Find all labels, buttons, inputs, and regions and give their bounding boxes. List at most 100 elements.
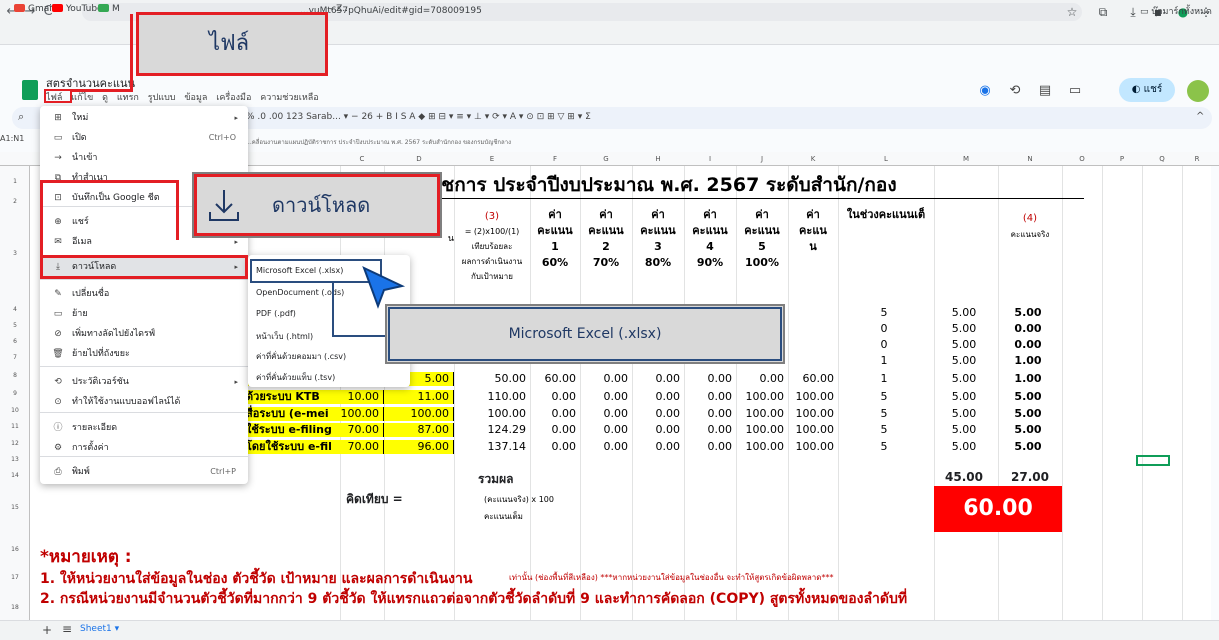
formula-bar[interactable]: ...คลื่อนงานตามแผนปฏิบัติราชการ ประจำปีง… — [246, 137, 511, 147]
cell-j-row-8[interactable]: 100.00 — [736, 423, 788, 437]
row-header-18[interactable]: 18 — [0, 604, 30, 611]
cell-n-row-1[interactable]: 5.00 — [998, 306, 1062, 320]
cell-m-row-3[interactable]: 5.00 — [934, 338, 998, 352]
row-header-10[interactable]: 10 — [0, 407, 30, 414]
col-header-n[interactable]: N — [998, 153, 1062, 165]
history-icon[interactable]: ⟲ — [1004, 80, 1026, 102]
file-menu-item-1[interactable]: ⊞ ใหม่ ▸ — [40, 108, 248, 128]
cell-n-row-2[interactable]: 0.00 — [998, 322, 1062, 336]
bookmark-maps[interactable]: M — [98, 4, 120, 14]
name-box[interactable]: A1:N1 — [0, 134, 24, 143]
toolbar-controls[interactable]: % .0 .00 123 Sarab... ▾ − 26 + B I S A ◆… — [246, 112, 591, 122]
cell-m-row-4[interactable]: 5.00 — [934, 354, 998, 368]
file-menu-item-9[interactable]: ✎ เปลี่ยนชื่อ — [40, 284, 248, 304]
file-menu-item-11[interactable]: ⊘ เพิ่มทางลัดไปยังไดรฟ์ — [40, 324, 248, 344]
cell-m-row-5[interactable]: 5.00 — [934, 372, 998, 386]
col-header-p[interactable]: P — [1102, 153, 1142, 165]
col-header-j[interactable]: J — [736, 153, 788, 165]
meet-icon[interactable]: ▭ — [1064, 80, 1086, 102]
cell-f-row-7[interactable]: 0.00 — [530, 407, 580, 421]
col-header-f[interactable]: F — [530, 153, 580, 165]
cell-k-row-5[interactable]: 60.00 — [788, 372, 838, 386]
cell-f-row-8[interactable]: 0.00 — [530, 423, 580, 437]
cell-h-row-9[interactable]: 0.00 — [632, 440, 684, 454]
cell-j-row-9[interactable]: 100.00 — [736, 440, 788, 454]
download-option-4[interactable]: หน้าเว็บ (.html) — [256, 330, 313, 343]
bookmark-folder[interactable]: ▭ บุ๊กมาร์กทั้งหมด — [1140, 4, 1212, 18]
cell-f-row-9[interactable]: 0.00 — [530, 440, 580, 454]
cell-c-row-6[interactable]: 10.00 — [340, 390, 384, 404]
comments-icon[interactable]: ▤ — [1034, 80, 1056, 102]
menu-edit[interactable]: แก้ไข — [71, 93, 93, 103]
row-header-2[interactable]: 2 — [0, 198, 30, 205]
cell-name-row-9[interactable]: โดยใช้ระบบ e-fil — [244, 440, 340, 454]
cell-m-row-6[interactable]: 5.00 — [934, 390, 998, 404]
cell-e-row-5[interactable]: 50.00 — [454, 372, 530, 386]
cell-j-row-7[interactable]: 100.00 — [736, 407, 788, 421]
cell-g-row-9[interactable]: 0.00 — [580, 440, 632, 454]
cell-name-row-8[interactable]: ใช้ระบบ e-filing — [244, 423, 340, 437]
cell-c-row-8[interactable]: 70.00 — [340, 423, 384, 437]
cell-m-row-8[interactable]: 5.00 — [934, 423, 998, 437]
col-header-d[interactable]: D — [384, 153, 454, 165]
gemini-icon[interactable]: ◉ — [974, 80, 996, 102]
row-header-7[interactable]: 7 — [0, 354, 30, 361]
col-header-c[interactable]: C — [340, 153, 384, 165]
cell-e-row-6[interactable]: 110.00 — [454, 390, 530, 404]
cell-j-row-5[interactable]: 0.00 — [736, 372, 788, 386]
cell-f-row-5[interactable]: 60.00 — [530, 372, 580, 386]
cell-m-row-9[interactable]: 5.00 — [934, 440, 998, 454]
cell-g-row-5[interactable]: 0.00 — [580, 372, 632, 386]
search-menus-icon[interactable]: ⌕ — [18, 110, 24, 124]
cell-f-row-6[interactable]: 0.00 — [530, 390, 580, 404]
cell-i-row-5[interactable]: 0.00 — [684, 372, 736, 386]
row-header-3[interactable]: 3 — [0, 250, 30, 257]
cell-l-row-1[interactable]: 5 — [838, 306, 934, 320]
all-sheets-icon[interactable]: ≡ — [62, 622, 72, 636]
row-header-16[interactable]: 16 — [0, 546, 30, 553]
cell-l-row-5[interactable]: 1 — [838, 372, 934, 386]
file-menu-item-2[interactable]: ▭ เปิด Ctrl+O — [40, 128, 248, 148]
cell-d-row-7[interactable]: 100.00 — [384, 407, 454, 421]
cell-m-row-1[interactable]: 5.00 — [934, 306, 998, 320]
cell-l-row-8[interactable]: 5 — [838, 423, 934, 437]
cell-g-row-7[interactable]: 0.00 — [580, 407, 632, 421]
row-header-1[interactable]: 1 — [0, 178, 30, 185]
cell-k-row-6[interactable]: 100.00 — [788, 390, 838, 404]
menu-data[interactable]: ข้อมูล — [184, 93, 207, 103]
cell-m-row-7[interactable]: 5.00 — [934, 407, 998, 421]
cell-e-row-9[interactable]: 137.14 — [454, 440, 530, 454]
row-header-12[interactable]: 12 — [0, 440, 30, 447]
file-menu-item-14[interactable]: ⊙ ทำให้ใช้งานแบบออฟไลน์ได้ — [40, 392, 248, 412]
cell-l-row-2[interactable]: 0 — [838, 322, 934, 336]
share-button[interactable]: ◐ แชร์ — [1119, 78, 1175, 102]
cell-m-row-2[interactable]: 5.00 — [934, 322, 998, 336]
add-sheet-icon[interactable]: + — [42, 623, 52, 637]
cell-l-row-3[interactable]: 0 — [838, 338, 934, 352]
cell-j-row-6[interactable]: 100.00 — [736, 390, 788, 404]
file-menu-item-13[interactable]: ⟲ ประวัติเวอร์ชัน ▸ — [40, 372, 248, 392]
file-menu-item-16[interactable]: ⚙ การตั้งค่า — [40, 438, 248, 458]
menu-tools[interactable]: เครื่องมือ — [216, 93, 251, 103]
cell-c-row-7[interactable]: 100.00 — [340, 407, 384, 421]
cell-name-row-7[interactable]: สื่อระบบ (e-mei — [244, 407, 340, 421]
selected-cell[interactable] — [1136, 455, 1170, 466]
download-option-6[interactable]: ค่าที่คั่นด้วยแท็บ (.tsv) — [256, 371, 335, 384]
menu-help[interactable]: ความช่วยเหลือ — [260, 93, 318, 103]
cell-e-row-7[interactable]: 100.00 — [454, 407, 530, 421]
cell-l-row-4[interactable]: 1 — [838, 354, 934, 368]
row-header-5[interactable]: 5 — [0, 322, 30, 329]
cell-n-row-9[interactable]: 5.00 — [998, 440, 1062, 454]
cell-k-row-7[interactable]: 100.00 — [788, 407, 838, 421]
menu-view[interactable]: ดู — [102, 93, 108, 103]
collapse-toolbar-icon[interactable]: ^ — [1196, 111, 1204, 122]
row-header-11[interactable]: 11 — [0, 423, 30, 430]
download-icon[interactable]: ⤓ — [1125, 4, 1141, 20]
cell-i-row-9[interactable]: 0.00 — [684, 440, 736, 454]
row-header-14[interactable]: 14 — [0, 472, 30, 479]
col-header-h[interactable]: H — [632, 153, 684, 165]
download-option-5[interactable]: ค่าที่คั่นด้วยคอมมา (.csv) — [256, 350, 346, 363]
cell-l-row-7[interactable]: 5 — [838, 407, 934, 421]
tab-sheet1[interactable]: Sheet1 ▾ — [80, 624, 119, 634]
avatar[interactable] — [1187, 80, 1209, 102]
